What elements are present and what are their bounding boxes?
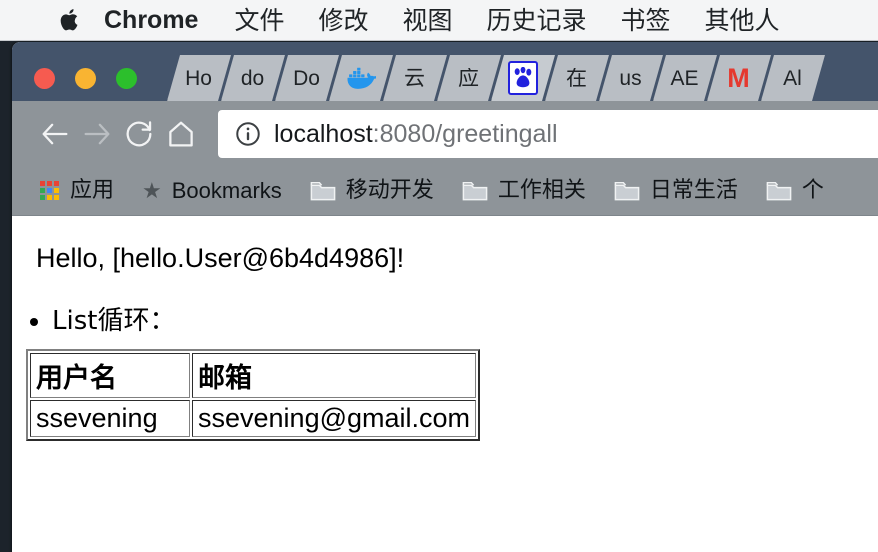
menu-item-view[interactable]: 视图	[403, 8, 453, 33]
folder-icon	[462, 182, 488, 201]
close-window-button[interactable]	[34, 68, 55, 89]
bookmark-folder-daily-life[interactable]: 日常生活	[614, 180, 738, 202]
tabs-container: Ho do Do 云 应 在 us AE M Al	[167, 55, 815, 101]
url-text: localhost:8080/greetingall	[274, 122, 558, 147]
address-bar[interactable]: localhost:8080/greetingall	[218, 110, 878, 158]
bookmark-label: Bookmarks	[171, 178, 282, 203]
tab-label: 云	[404, 67, 425, 89]
bookmark-folder-work[interactable]: 工作相关	[462, 180, 586, 202]
screen: Chrome 文件 修改 视图 历史记录 书签 其他人 Ho do Do 云 应…	[0, 0, 878, 552]
apple-logo-icon[interactable]	[60, 7, 82, 33]
back-arrow-icon	[42, 123, 68, 145]
bookmarks-bar: 应用 ★ Bookmarks 移动开发 工作相关 日常生活 个	[12, 167, 878, 216]
folder-icon	[310, 182, 336, 201]
reload-arrow-icon	[126, 121, 152, 147]
menu-item-file[interactable]: 文件	[234, 8, 284, 33]
page-content: Hello, [hello.User@6b4d4986]! List循环： 用户…	[12, 216, 878, 552]
bookmark-label: 移动开发	[345, 178, 434, 203]
menu-item-chrome[interactable]: Chrome	[104, 7, 198, 33]
reload-button[interactable]	[118, 113, 160, 155]
list-heading: List循环：	[52, 306, 878, 337]
bookmark-folder-personal[interactable]: 个	[766, 180, 824, 202]
window-controls	[34, 68, 137, 89]
users-table: 用户名 邮箱 ssevening ssevening@gmail.com	[26, 348, 481, 441]
tab-label: Al	[783, 67, 802, 89]
bookmark-folder-mobile-dev[interactable]: 移动开发	[310, 180, 434, 202]
tab-strip: Ho do Do 云 应 在 us AE M Al	[12, 42, 878, 101]
column-header-username: 用户名	[30, 352, 190, 398]
tab-label: Ho	[185, 67, 212, 89]
menu-item-people[interactable]: 其他人	[705, 8, 780, 33]
back-button[interactable]	[34, 113, 76, 155]
bookmark-apps[interactable]: 应用	[40, 180, 114, 202]
gmail-m-icon: M	[727, 62, 750, 93]
tab-label: do	[240, 67, 265, 89]
cell-username: ssevening	[30, 399, 190, 437]
tab-label: us	[619, 67, 642, 89]
minimize-window-button[interactable]	[75, 68, 96, 89]
tab-label: 在	[566, 67, 587, 89]
baidu-paw-icon	[507, 61, 538, 95]
forward-arrow-icon	[84, 123, 110, 145]
table-body: ssevening ssevening@gmail.com	[30, 399, 477, 437]
apps-grid-icon	[40, 181, 60, 201]
cell-email: ssevening@gmail.com	[192, 399, 477, 437]
bookmark-label: 日常生活	[649, 178, 738, 203]
url-host: localhost	[274, 121, 373, 147]
macos-menubar: Chrome 文件 修改 视图 历史记录 书签 其他人	[0, 0, 878, 41]
list-section: List循环：	[26, 306, 878, 337]
folder-icon	[766, 182, 792, 201]
table-header-row: 用户名 邮箱	[30, 352, 477, 398]
bookmark-label: 个	[801, 178, 824, 203]
tab-label: 应	[458, 67, 479, 89]
tab-11[interactable]: Al	[761, 55, 824, 101]
table-row: ssevening ssevening@gmail.com	[30, 399, 477, 437]
home-house-icon	[169, 121, 193, 147]
info-circle-icon[interactable]	[234, 120, 262, 148]
home-button[interactable]	[160, 113, 202, 155]
maximize-window-button[interactable]	[116, 68, 137, 89]
tab-label: Do	[293, 67, 320, 89]
url-path: :8080/greetingall	[372, 121, 558, 147]
bookmark-label: 应用	[70, 178, 115, 203]
menu-item-edit[interactable]: 修改	[318, 8, 368, 33]
browser-toolbar: localhost:8080/greetingall	[12, 101, 878, 167]
star-icon: ★	[142, 178, 162, 203]
docker-whale-icon	[346, 67, 376, 89]
column-header-email: 邮箱	[192, 352, 477, 398]
browser-window: Ho do Do 云 应 在 us AE M Al localhost:8080…	[12, 42, 878, 552]
folder-icon	[614, 182, 640, 201]
bookmark-bookmarks-folder[interactable]: ★ Bookmarks	[142, 180, 282, 202]
menu-item-history[interactable]: 历史记录	[487, 8, 587, 33]
table-head: 用户名 邮箱	[30, 352, 477, 398]
greeting-text: Hello, [hello.User@6b4d4986]!	[36, 243, 405, 273]
forward-button[interactable]	[76, 113, 118, 155]
menu-item-bookmarks[interactable]: 书签	[621, 8, 671, 33]
tab-label: AE	[670, 67, 699, 89]
bookmark-label: 工作相关	[497, 178, 586, 203]
